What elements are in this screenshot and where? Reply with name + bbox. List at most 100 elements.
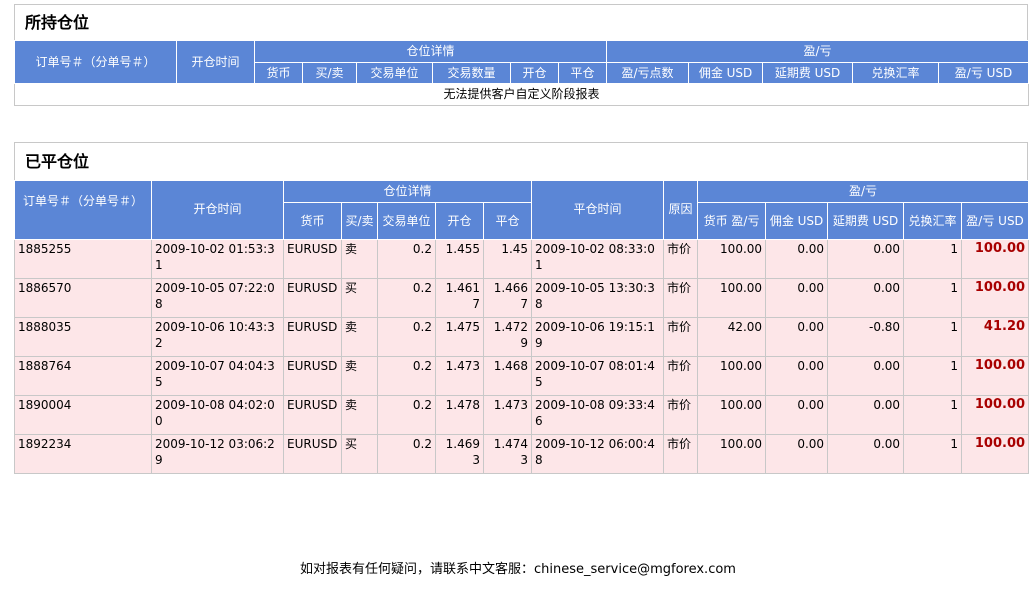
- table-row: 1890004 2009-10-08 04:02:00 EURUSD 卖 0.2 1.47…: [14, 395, 1030, 435]
- pl-currency-cell: 100.00: [697, 395, 767, 435]
- header-pl-usd: 盈/亏 USD: [938, 62, 1030, 84]
- header-open-time: 开仓时间: [176, 40, 255, 84]
- closed-positions-rows: 1885255 2009-10-02 01:53:31 EURUSD 卖 0.2 1.45…: [14, 239, 1030, 474]
- header-fx-rate: 兑换汇率: [852, 62, 940, 84]
- pl-usd-cell: 100.00: [961, 356, 1030, 396]
- table-row: 1888035 2009-10-06 10:43:32 EURUSD 卖 0.2 1.47…: [14, 317, 1030, 357]
- closed-positions-title: 已平仓位: [14, 142, 1028, 180]
- closed-header-buy-sell: 买/卖: [341, 202, 378, 240]
- table-row: 1892234 2009-10-12 03:06:29 EURUSD 买 0.2 1.46…: [14, 434, 1030, 474]
- pl-currency-cell: 42.00: [697, 317, 767, 357]
- header-order: 订单号＃（分单号＃）: [14, 40, 177, 84]
- trade-unit-cell: 0.2: [377, 278, 436, 318]
- close-price-cell: 1.4729: [482, 317, 533, 357]
- currency-cell: EURUSD: [283, 239, 342, 279]
- order-cell: 1890004: [14, 395, 152, 435]
- open-price-cell: 1.478: [435, 395, 484, 435]
- commission-cell: 0.00: [765, 356, 829, 396]
- fx-rate-cell: 1: [903, 434, 963, 474]
- side-cell: 卖: [341, 395, 378, 435]
- open-positions-title: 所持仓位: [14, 4, 1028, 40]
- trade-unit-cell: 0.2: [377, 395, 436, 435]
- open-price-cell: 1.473: [435, 356, 484, 396]
- closed-header-commission: 佣金 USD: [765, 202, 829, 240]
- rollover-cell: 0.00: [827, 278, 905, 318]
- closed-header-trade-unit: 交易单位: [377, 202, 436, 240]
- reason-cell: 市价: [663, 317, 699, 357]
- rollover-cell: 0.00: [827, 395, 905, 435]
- side-cell: 卖: [341, 317, 378, 357]
- close-price-cell: 1.473: [482, 395, 533, 435]
- header-trade-qty: 交易数量: [432, 62, 511, 84]
- closed-header-close-price: 平仓: [482, 202, 533, 240]
- rollover-cell: 0.00: [827, 239, 905, 279]
- open-time-cell: 2009-10-06 10:43:32: [151, 317, 284, 357]
- header-currency: 货币: [254, 62, 303, 84]
- closed-header-position-details: 仓位详情: [282, 180, 533, 203]
- currency-cell: EURUSD: [283, 356, 342, 396]
- header-pl-points: 盈/亏点数: [606, 62, 690, 84]
- currency-cell: EURUSD: [283, 278, 342, 318]
- header-trade-unit: 交易单位: [356, 62, 433, 84]
- close-time-cell: 2009-10-06 19:15:19: [531, 317, 665, 357]
- fx-rate-cell: 1: [903, 356, 963, 396]
- commission-cell: 0.00: [765, 278, 829, 318]
- header-position-details: 仓位详情: [253, 40, 608, 63]
- reason-cell: 市价: [663, 395, 699, 435]
- header-commission: 佣金 USD: [688, 62, 764, 84]
- table-row: 1888764 2009-10-07 04:04:35 EURUSD 卖 0.2 1.47…: [14, 356, 1030, 396]
- open-time-cell: 2009-10-12 03:06:29: [151, 434, 284, 474]
- reason-cell: 市价: [663, 278, 699, 318]
- fx-rate-cell: 1: [903, 278, 963, 318]
- pl-usd-cell: 41.20: [961, 317, 1030, 357]
- pl-usd-cell: 100.00: [961, 278, 1030, 318]
- open-positions-section: 所持仓位 订单号＃（分单号＃） 开仓时间 仓位详情 盈/亏 货币 买/卖 交易单…: [13, 4, 1030, 106]
- close-time-cell: 2009-10-08 09:33:46: [531, 395, 665, 435]
- open-price-cell: 1.475: [435, 317, 484, 357]
- commission-cell: 0.00: [765, 395, 829, 435]
- open-time-cell: 2009-10-05 07:22:08: [151, 278, 284, 318]
- trade-unit-cell: 0.2: [377, 317, 436, 357]
- rollover-cell: 0.00: [827, 356, 905, 396]
- closed-header-order: 订单号＃（分单号＃）: [14, 180, 152, 240]
- trade-unit-cell: 0.2: [377, 434, 436, 474]
- pl-currency-cell: 100.00: [697, 278, 767, 318]
- reason-cell: 市价: [663, 239, 699, 279]
- header-profit-loss: 盈/亏: [606, 40, 1030, 63]
- pl-usd-cell: 100.00: [961, 239, 1030, 279]
- order-cell: 1886570: [14, 278, 152, 318]
- rollover-cell: -0.80: [827, 317, 905, 357]
- fx-rate-cell: 1: [903, 395, 963, 435]
- order-cell: 1888035: [14, 317, 152, 357]
- trade-unit-cell: 0.2: [377, 239, 436, 279]
- table-row: 1885255 2009-10-02 01:53:31 EURUSD 卖 0.2 1.45…: [14, 239, 1030, 279]
- side-cell: 卖: [341, 239, 378, 279]
- close-price-cell: 1.4743: [482, 434, 533, 474]
- open-time-cell: 2009-10-08 04:02:00: [151, 395, 284, 435]
- closed-header-close-time: 平仓时间: [531, 180, 665, 240]
- open-time-cell: 2009-10-02 01:53:31: [151, 239, 284, 279]
- closed-header-reason: 原因: [663, 180, 699, 240]
- side-cell: 买: [341, 278, 378, 318]
- pl-currency-cell: 100.00: [697, 434, 767, 474]
- fx-rate-cell: 1: [903, 317, 963, 357]
- close-time-cell: 2009-10-05 13:30:38: [531, 278, 665, 318]
- close-time-cell: 2009-10-07 08:01:45: [531, 356, 665, 396]
- reason-cell: 市价: [663, 356, 699, 396]
- close-price-cell: 1.45: [482, 239, 533, 279]
- closed-header-fx-rate: 兑换汇率: [903, 202, 963, 240]
- order-cell: 1885255: [14, 239, 152, 279]
- closed-header-profit-loss: 盈/亏: [697, 180, 1030, 203]
- open-time-cell: 2009-10-07 04:04:35: [151, 356, 284, 396]
- pl-currency-cell: 100.00: [697, 239, 767, 279]
- open-price-cell: 1.4617: [435, 278, 484, 318]
- order-cell: 1892234: [14, 434, 152, 474]
- trade-unit-cell: 0.2: [377, 356, 436, 396]
- closed-positions-section: 已平仓位 订单号＃（分单号＃） 开仓时间 仓位详情 平仓时间 原因 盈/亏 货币…: [14, 142, 1030, 474]
- closed-header-currency: 货币: [283, 202, 342, 240]
- pl-usd-cell: 100.00: [961, 395, 1030, 435]
- commission-cell: 0.00: [765, 434, 829, 474]
- open-price-cell: 1.455: [435, 239, 484, 279]
- closed-header-open-time: 开仓时间: [151, 180, 284, 240]
- pl-usd-cell: 100.00: [961, 434, 1030, 474]
